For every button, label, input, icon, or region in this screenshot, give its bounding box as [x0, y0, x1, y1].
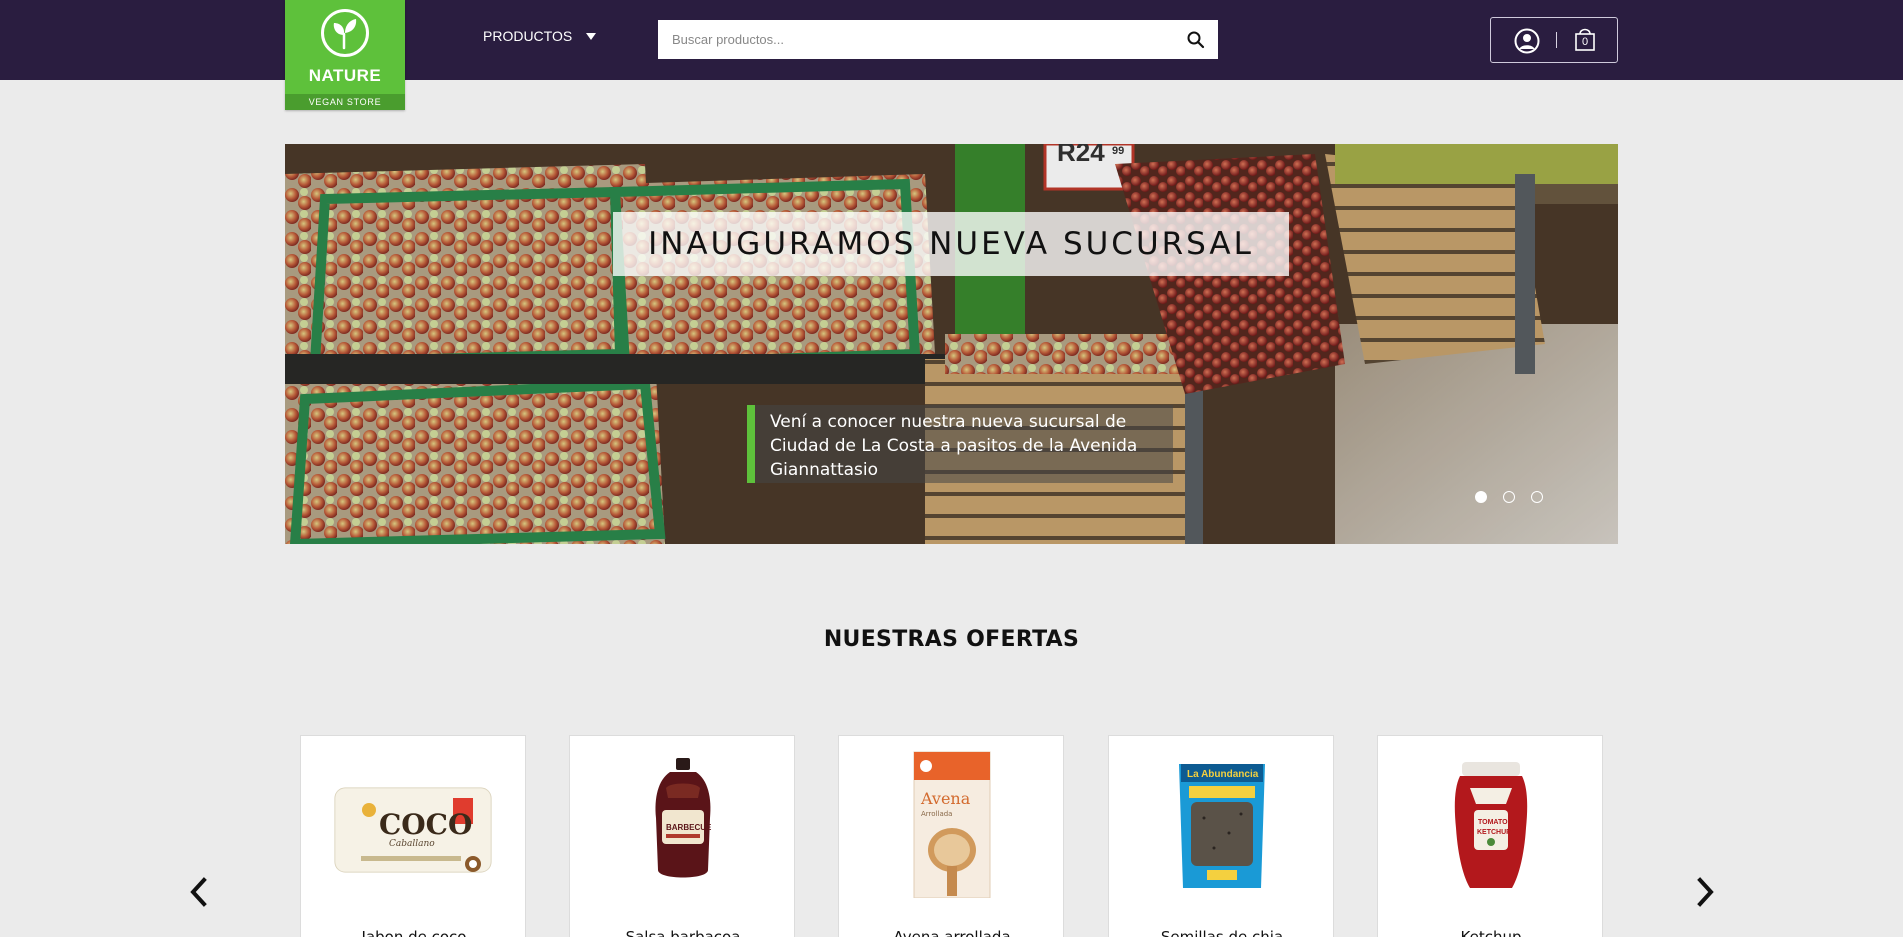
products-menu-label: PRODUCTOS: [483, 28, 573, 44]
chevron-left-icon[interactable]: [186, 876, 212, 908]
product-name: Semillas de chia: [1160, 928, 1284, 937]
product-name: Avena arrollada: [893, 928, 1011, 937]
hero-title: INAUGURAMOS NUEVA SUCURSAL: [648, 226, 1254, 262]
product-image: Avena Arrollada: [913, 751, 991, 898]
hero-image: R24 99: [285, 144, 1618, 544]
svg-text:TOMATO: TOMATO: [1478, 819, 1508, 826]
product-card[interactable]: BARBECUE Salsa barbacoa: [569, 735, 795, 937]
svg-text:Avena: Avena: [920, 789, 971, 808]
svg-text:COCO: COCO: [379, 808, 472, 841]
cart-button[interactable]: 0: [1574, 26, 1596, 52]
carousel-indicators: [1475, 491, 1543, 503]
product-card[interactable]: Avena Arrollada Avena arrollada: [838, 735, 1064, 937]
divider: [1556, 32, 1557, 48]
logo-subtitle: VEGAN STORE: [285, 94, 405, 110]
svg-text:Arrollada: Arrollada: [921, 810, 952, 818]
product-name: Jabon de coco: [361, 928, 467, 937]
product-card[interactable]: La Abundancia Semillas de chia: [1108, 735, 1334, 937]
chevron-down-icon: [586, 32, 597, 40]
svg-text:KETCHUP: KETCHUP: [1477, 829, 1511, 836]
product-name: Salsa barbacoa: [625, 928, 741, 937]
svg-text:Caballano: Caballano: [389, 839, 435, 849]
hero-caption: Vení a conocer nuestra nueva sucursal de…: [747, 405, 1173, 483]
hero-title-box: INAUGURAMOS NUEVA SUCURSAL: [613, 212, 1289, 276]
svg-text:La Abundancia: La Abundancia: [1187, 769, 1259, 780]
store-logo[interactable]: NATURE VEGAN STORE: [285, 0, 405, 110]
cart-count: 0: [1581, 36, 1589, 48]
carousel-dot-2[interactable]: [1503, 491, 1515, 503]
hero-carousel[interactable]: R24 99 INAUGURAMOS NUEVA SUCURSAL Vení a…: [285, 144, 1618, 544]
hero-description: Vení a conocer nuestra nueva sucursal de…: [770, 412, 1138, 480]
user-icon[interactable]: [1514, 28, 1540, 54]
product-image: COCO Caballano: [334, 787, 492, 873]
product-name: Ketchup: [1460, 928, 1522, 937]
product-image: BARBECUE: [655, 758, 712, 878]
product-card[interactable]: TOMATO KETCHUP Ketchup: [1377, 735, 1603, 937]
search-input[interactable]: [658, 20, 1168, 59]
search-icon[interactable]: [1186, 30, 1206, 50]
leaf-icon: [321, 9, 369, 57]
product-image: TOMATO KETCHUP: [1454, 762, 1528, 888]
chevron-right-icon[interactable]: [1692, 876, 1718, 908]
logo-title: NATURE: [308, 66, 382, 85]
svg-text:BARBECUE: BARBECUE: [666, 823, 712, 832]
carousel-dot-1[interactable]: [1475, 491, 1487, 503]
carousel-dot-3[interactable]: [1531, 491, 1543, 503]
account-cart-box: 0: [1490, 17, 1618, 63]
product-card[interactable]: COCO Caballano Jabon de coco: [300, 735, 526, 937]
product-image: La Abundancia: [1179, 764, 1265, 888]
search-bar: [658, 20, 1218, 59]
offers-title: NUESTRAS OFERTAS: [823, 627, 1080, 652]
products-menu[interactable]: PRODUCTOS: [483, 28, 597, 44]
